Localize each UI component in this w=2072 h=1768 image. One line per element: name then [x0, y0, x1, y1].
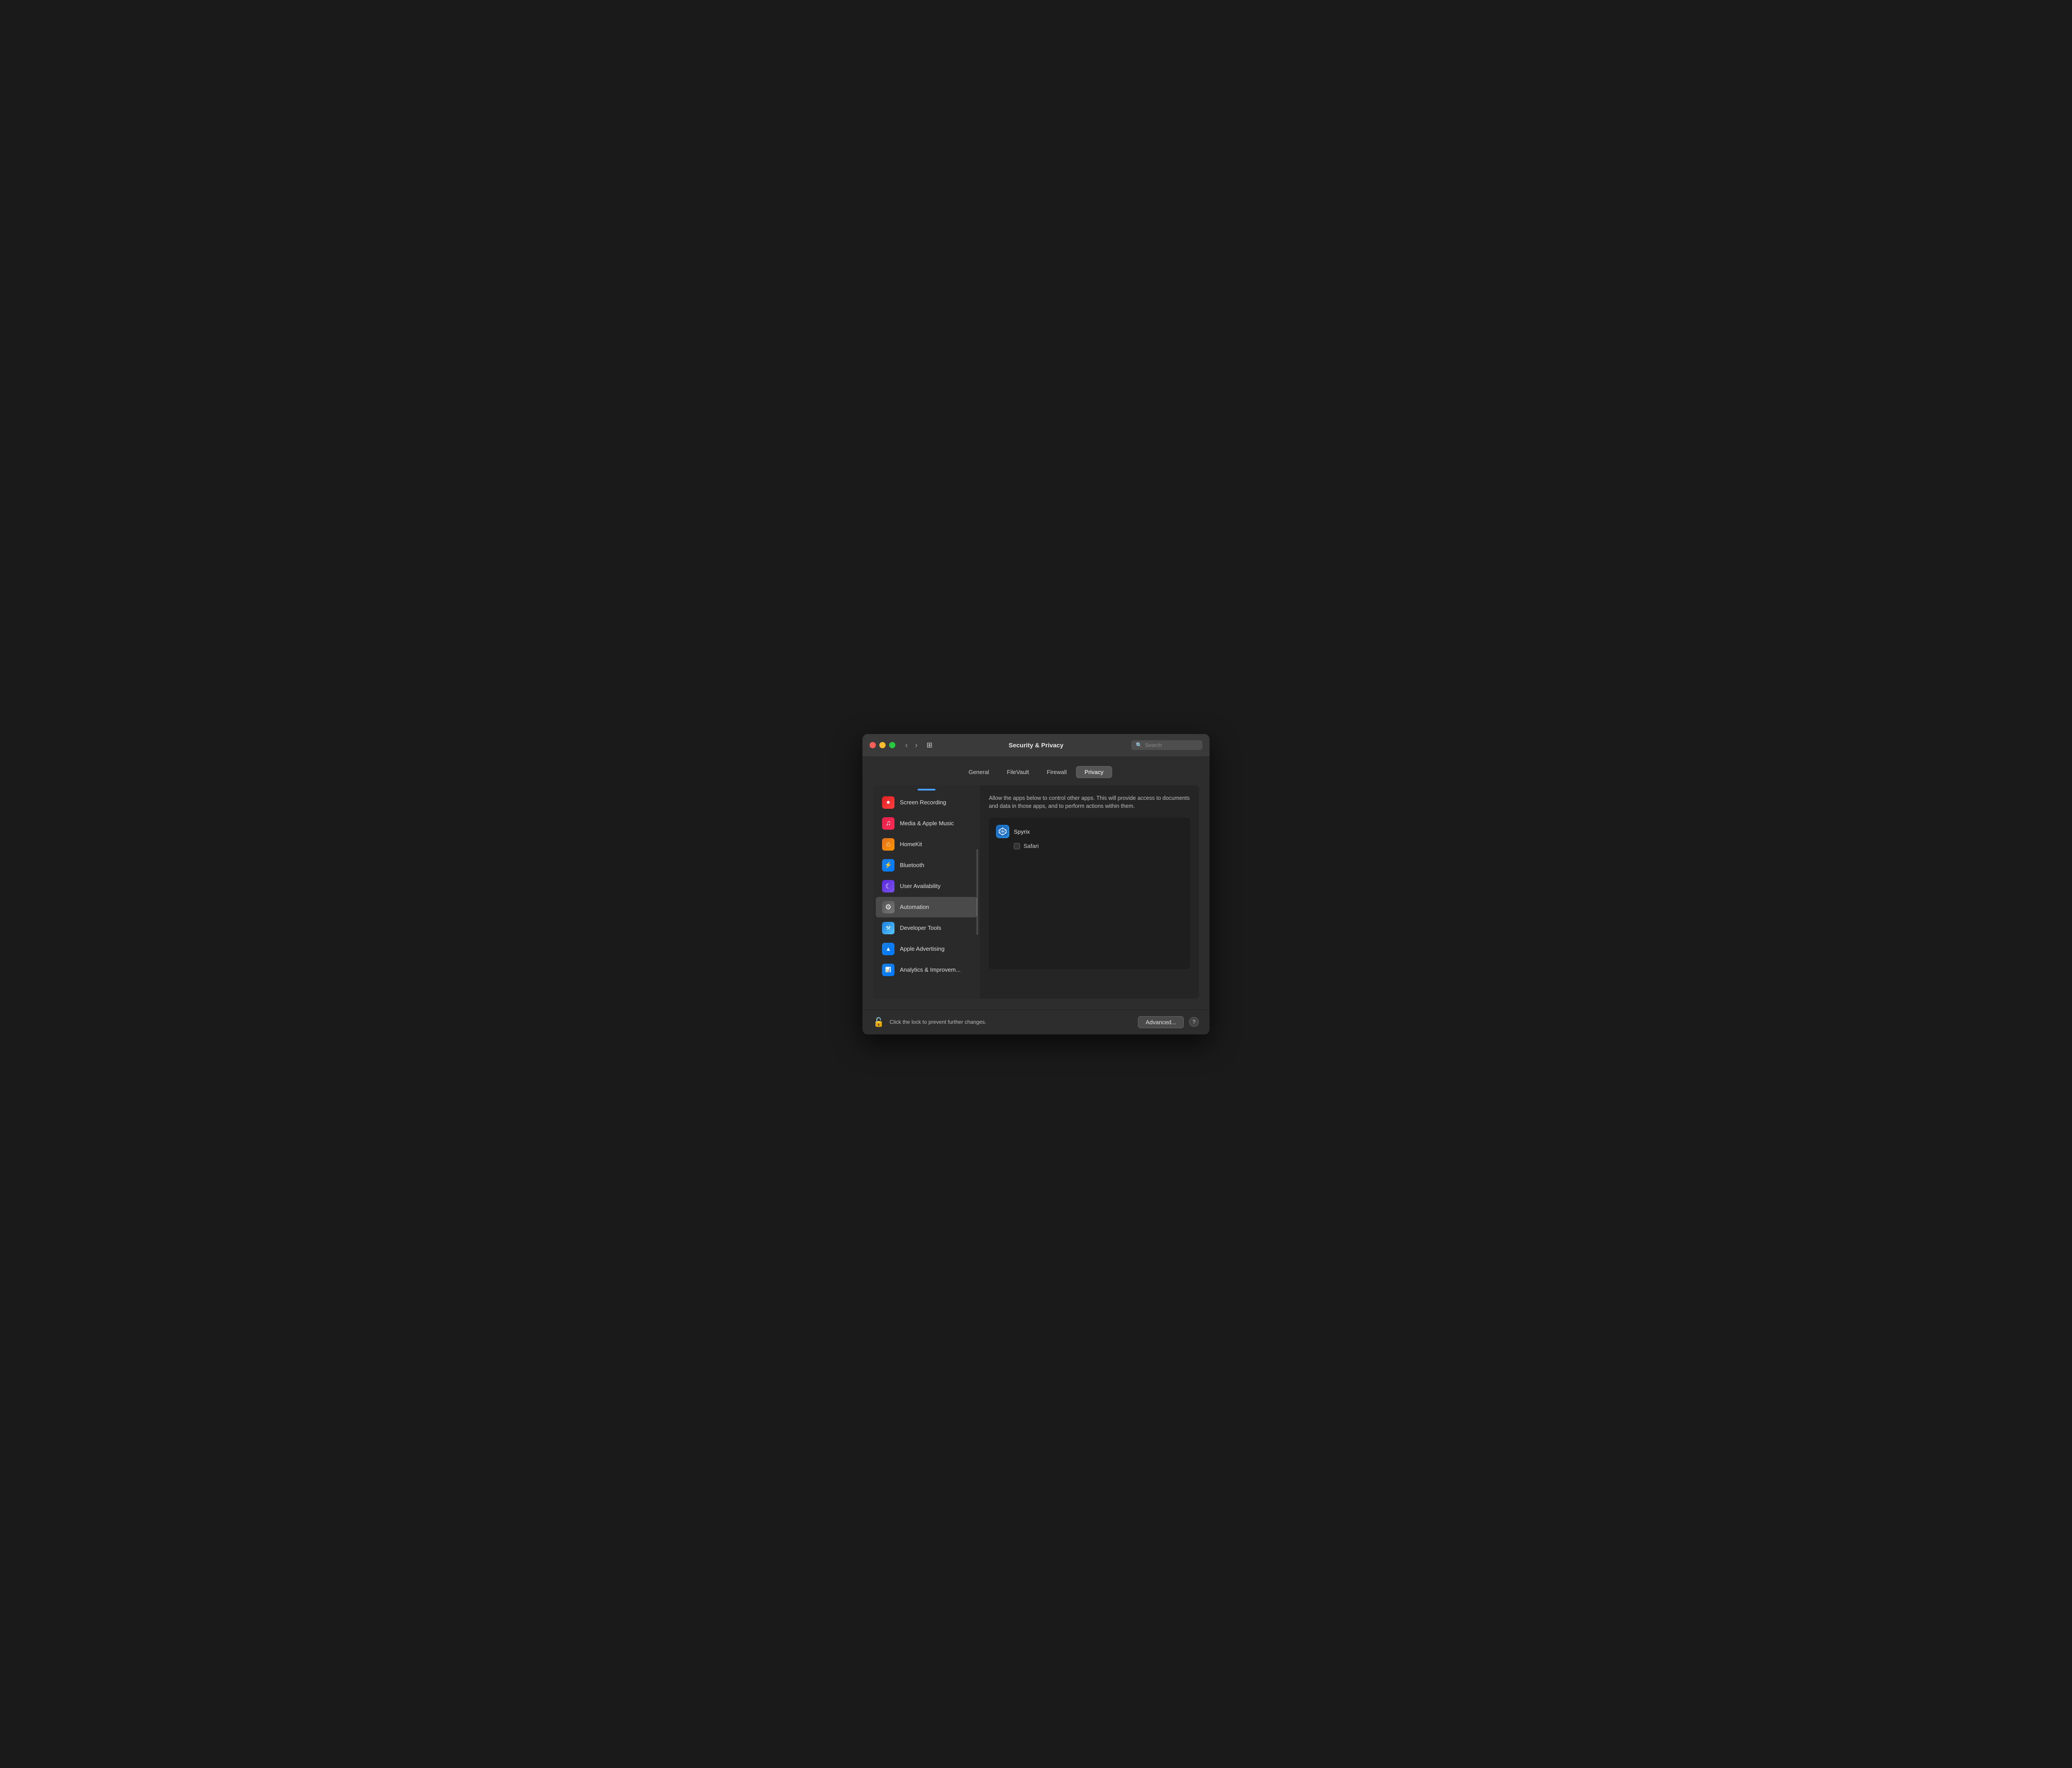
grid-button[interactable]: ⊞ [924, 740, 935, 750]
lock-icon[interactable]: 🔓 [873, 1017, 884, 1028]
maximize-button[interactable] [889, 742, 895, 748]
tab-bar: General FileVault Firewall Privacy [873, 766, 1199, 778]
sidebar-item-bluetooth[interactable]: ⚡ Bluetooth [876, 855, 977, 876]
sidebar-label-bluetooth: Bluetooth [900, 862, 924, 868]
sidebar-label-developer-tools: Developer Tools [900, 925, 941, 931]
traffic-lights [870, 742, 895, 748]
sidebar-item-screen-recording[interactable]: ⏺ Screen Recording [876, 792, 977, 813]
developer-tools-icon: ⚒ [882, 922, 894, 934]
scrollbar-track[interactable] [976, 849, 978, 935]
sidebar-item-automation[interactable]: ⚙ Automation [876, 897, 977, 917]
sidebar-item-homekit[interactable]: ⌂ HomeKit [876, 834, 977, 855]
sidebar-label-screen-recording: Screen Recording [900, 799, 946, 806]
tab-filevault[interactable]: FileVault [999, 766, 1038, 778]
description-text: Allow the apps below to control other ap… [989, 794, 1190, 811]
apps-list: Spyrix Safari [989, 818, 1190, 969]
search-icon: 🔍 [1136, 742, 1142, 748]
bottom-bar: 🔓 Click the lock to prevent further chan… [862, 1010, 1210, 1034]
sidebar-label-user-availability: User Availability [900, 883, 941, 889]
nav-buttons: ‹ › [902, 740, 920, 750]
sidebar-label-homekit: HomeKit [900, 841, 922, 848]
spyrix-icon [996, 825, 1009, 838]
tab-privacy[interactable]: Privacy [1076, 766, 1112, 778]
app-name-spyrix: Spyrix [1014, 828, 1030, 835]
content-area: General FileVault Firewall Privacy ⏺ Scr… [862, 757, 1210, 1010]
close-button[interactable] [870, 742, 876, 748]
analytics-icon: 📊 [882, 964, 894, 976]
back-button[interactable]: ‹ [902, 740, 911, 750]
tab-firewall[interactable]: Firewall [1038, 766, 1075, 778]
sidebar-item-apple-advertising[interactable]: ▲ Apple Advertising [876, 939, 977, 959]
sidebar: ⏺ Screen Recording ♫ Media & Apple Music… [873, 785, 980, 999]
sidebar-item-analytics[interactable]: 📊 Analytics & Improvem... [876, 960, 977, 980]
sidebar-item-media[interactable]: ♫ Media & Apple Music [876, 813, 977, 834]
minimize-button[interactable] [879, 742, 886, 748]
bluetooth-icon: ⚡ [882, 859, 894, 872]
screen-recording-icon: ⏺ [882, 796, 894, 809]
apple-advertising-icon: ▲ [882, 943, 894, 955]
scroll-indicator [918, 789, 935, 791]
app-row-spyrix: Spyrix [994, 822, 1185, 841]
safari-checkbox[interactable] [1014, 843, 1020, 849]
sidebar-item-developer-tools[interactable]: ⚒ Developer Tools [876, 918, 977, 938]
forward-button[interactable]: › [912, 740, 920, 750]
advanced-button[interactable]: Advanced... [1138, 1016, 1184, 1028]
sidebar-label-automation: Automation [900, 904, 929, 910]
sidebar-label-apple-advertising: Apple Advertising [900, 945, 944, 952]
main-panel: ⏺ Screen Recording ♫ Media & Apple Music… [873, 785, 1199, 999]
user-availability-icon: ☾ [882, 880, 894, 892]
media-icon: ♫ [882, 817, 894, 830]
help-button[interactable]: ? [1189, 1017, 1199, 1027]
homekit-icon: ⌂ [882, 838, 894, 851]
sidebar-item-user-availability[interactable]: ☾ User Availability [876, 876, 977, 896]
sub-app-name-safari: Safari [1024, 843, 1039, 849]
system-preferences-window: ‹ › ⊞ Security & Privacy 🔍 General FileV… [862, 734, 1210, 1034]
lock-text: Click the lock to prevent further change… [890, 1019, 1133, 1025]
right-panel: Allow the apps below to control other ap… [980, 785, 1199, 999]
search-bar: 🔍 [1131, 740, 1202, 750]
window-title: Security & Privacy [1009, 742, 1064, 749]
sidebar-label-media: Media & Apple Music [900, 820, 954, 827]
tab-general[interactable]: General [960, 766, 997, 778]
automation-icon: ⚙ [882, 901, 894, 913]
titlebar: ‹ › ⊞ Security & Privacy 🔍 [862, 734, 1210, 757]
sidebar-label-analytics: Analytics & Improvem... [900, 966, 961, 973]
search-input[interactable] [1145, 742, 1198, 748]
sub-app-row-safari[interactable]: Safari [994, 841, 1185, 851]
